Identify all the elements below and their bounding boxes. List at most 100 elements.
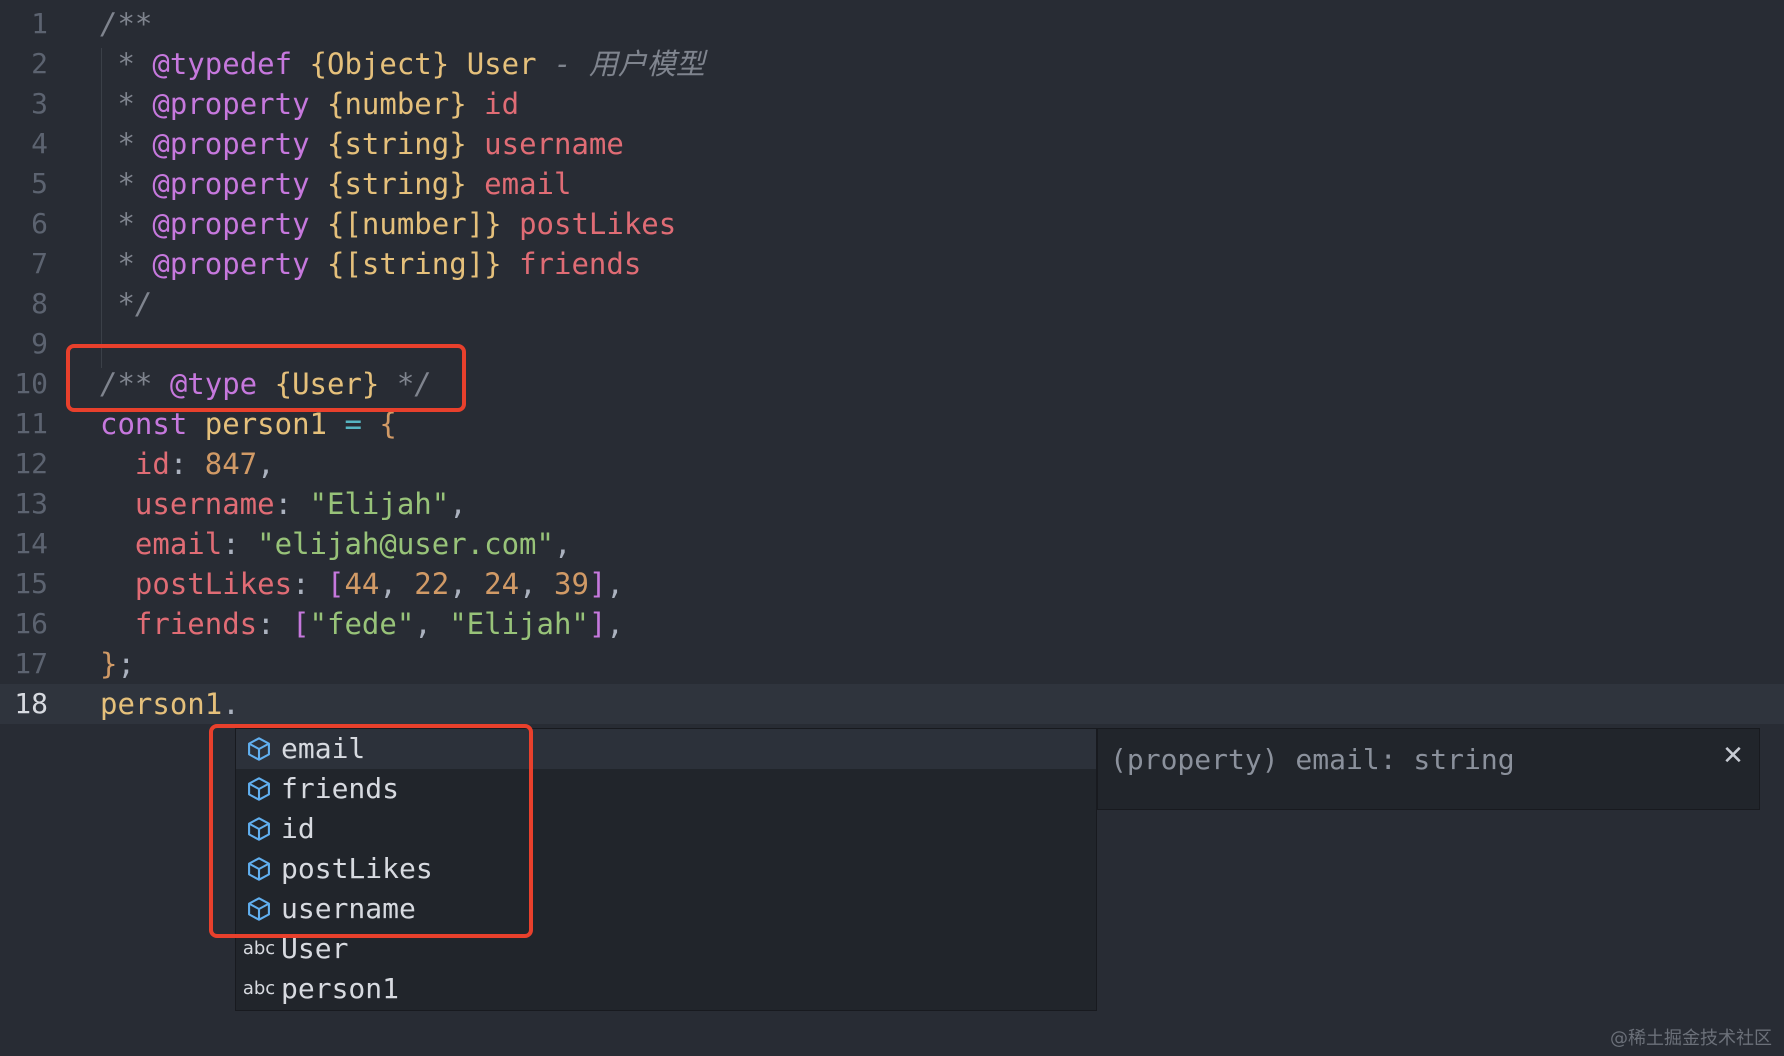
code-token: , — [519, 567, 554, 601]
suggest-item-username[interactable]: username — [236, 889, 1096, 929]
code-token: @type — [169, 367, 258, 401]
code-token: id — [484, 87, 520, 121]
suggest-item-label: friends — [281, 772, 400, 805]
code-line[interactable]: 10 /** @type {User} */ — [0, 364, 1784, 404]
suggest-item-user[interactable]: abc User — [236, 929, 1096, 969]
code-line[interactable]: 17}; — [0, 644, 1784, 684]
code-token: postLikes — [519, 207, 677, 241]
code-token: , — [606, 607, 624, 641]
code-token: @property — [152, 127, 310, 161]
code-line[interactable]: 12 id: 847, — [0, 444, 1784, 484]
code-token: /** — [100, 7, 153, 41]
code-token: User — [466, 47, 537, 81]
code-token: {User} — [274, 367, 380, 401]
code-token: 847 — [204, 447, 258, 481]
code-line[interactable]: 14 email: "elijah@user.com", — [0, 524, 1784, 564]
code-token: 22 — [414, 567, 450, 601]
code-token: * — [100, 47, 153, 81]
code-editor[interactable]: 1/** 2 * @typedef {Object} User - 用户模型 3 *… — [0, 0, 1784, 1056]
code-token: username — [134, 487, 275, 521]
suggest-item-label: User — [281, 932, 349, 965]
code-token: friends — [519, 247, 642, 281]
code-line[interactable]: 3 * @property {number} id — [0, 84, 1784, 124]
code-line[interactable]: 13 username: "Elijah", — [0, 484, 1784, 524]
code-line[interactable]: 18 person1. — [0, 684, 1784, 724]
code-token: */ — [100, 287, 153, 321]
code-token: {Object} — [309, 47, 450, 81]
suggest-item-person1[interactable]: abc person1 — [236, 969, 1096, 1009]
code-token: 24 — [484, 567, 520, 601]
code-token: , — [379, 567, 415, 601]
code-token: : — [274, 487, 310, 521]
line-number: 17 — [14, 647, 48, 680]
code-token: @property — [152, 87, 310, 121]
code-token: @property — [152, 247, 310, 281]
code-token: @property — [152, 207, 310, 241]
code-line[interactable]: 4 * @property {string} username — [0, 124, 1784, 164]
code-line[interactable]: 5 * @property {string} email — [0, 164, 1784, 204]
suggest-item-email[interactable]: email — [236, 729, 1096, 769]
suggest-item-id[interactable]: id — [236, 809, 1096, 849]
suggest-item-postlikes[interactable]: postLikes — [236, 849, 1096, 889]
line-number: 5 — [31, 167, 48, 200]
code-line[interactable]: 1 /** — [0, 4, 1784, 44]
code-line[interactable]: 11 const person1 = { — [0, 404, 1784, 444]
code-token: , — [257, 447, 275, 481]
autocomplete-suggest-list[interactable]: email friends id postLikes username abc User ab… — [235, 728, 1097, 1011]
line-number: 15 — [14, 567, 48, 600]
code-token: email — [134, 527, 223, 561]
code-token: : — [169, 447, 205, 481]
watermark: @稀土掘金技术社区 — [1610, 1028, 1772, 1049]
code-line[interactable]: 2 * @typedef {Object} User - 用户模型 — [0, 44, 1784, 84]
code-token: , — [449, 567, 485, 601]
line-code: * @property {string} email — [100, 164, 571, 204]
code-token: username — [484, 127, 624, 161]
property-cube-icon — [242, 729, 276, 769]
close-icon[interactable]: ✕ — [1718, 741, 1748, 771]
code-token: * — [100, 167, 153, 201]
code-token: } — [100, 647, 118, 681]
line-number: 13 — [14, 487, 48, 520]
property-cube-icon — [242, 889, 276, 929]
code-token: * — [100, 87, 153, 121]
line-number: 2 — [31, 47, 48, 80]
code-token: id — [134, 447, 170, 481]
code-line[interactable]: 16 friends: ["fede", "Elijah"], — [0, 604, 1784, 644]
code-line[interactable]: 9 — [0, 324, 1784, 364]
code-line[interactable]: 8 */ — [0, 284, 1784, 324]
line-code: username: "Elijah", — [100, 484, 467, 524]
line-code: postLikes: [44, 22, 24, 39], — [100, 564, 624, 604]
line-code: * @property {[number]} postLikes — [100, 204, 676, 244]
code-line[interactable]: 15 postLikes: [44, 22, 24, 39], — [0, 564, 1784, 604]
code-token: ; — [117, 647, 135, 681]
code-token: , — [414, 607, 450, 641]
line-number: 4 — [31, 127, 48, 160]
line-code: * @property {string} username — [100, 124, 624, 164]
code-token: [ — [292, 607, 310, 641]
line-code: person1. — [100, 684, 240, 724]
property-cube-icon — [242, 809, 276, 849]
line-number: 16 — [14, 607, 48, 640]
code-token: { — [379, 407, 397, 441]
code-token: : — [222, 527, 258, 561]
line-number: 6 — [31, 207, 48, 240]
suggest-item-friends[interactable]: friends — [236, 769, 1096, 809]
code-token: = — [344, 407, 362, 441]
line-number: 10 — [14, 367, 48, 400]
line-number: 18 — [14, 687, 48, 720]
code-line[interactable]: 6 * @property {[number]} postLikes — [0, 204, 1784, 244]
code-token: {string} — [327, 167, 467, 201]
code-line[interactable]: 7 * @property {[string]} friends — [0, 244, 1784, 284]
line-code: friends: ["fede", "Elijah"], — [100, 604, 624, 644]
line-number: 14 — [14, 527, 48, 560]
